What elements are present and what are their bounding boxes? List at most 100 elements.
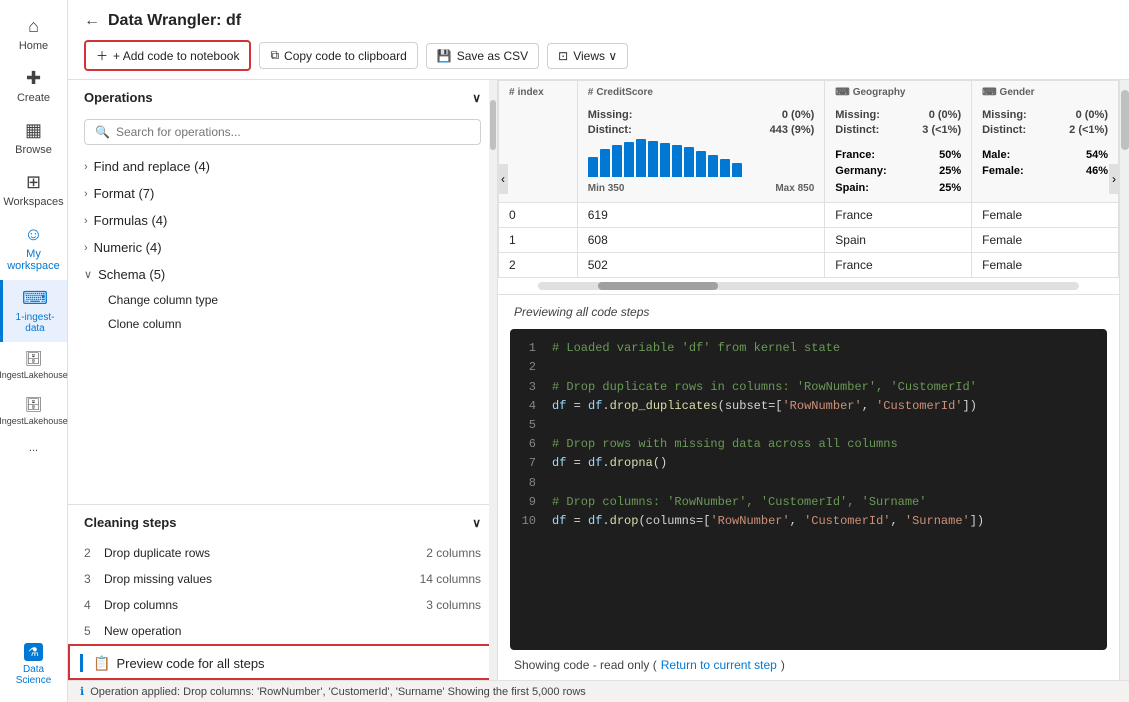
cleaning-steps-header: Cleaning steps ∨ xyxy=(68,505,497,540)
operations-section: Operations ∨ 🔍 › Find and replace (4) xyxy=(68,80,497,505)
bar-2 xyxy=(600,149,610,177)
save-csv-button[interactable]: 💾 Save as CSV xyxy=(426,43,539,69)
table-row: 2 502 France Female xyxy=(499,253,1119,278)
left-scrollbar[interactable] xyxy=(489,80,497,680)
add-notebook-button[interactable]: ＋ + Add code to notebook xyxy=(84,40,251,71)
sidebar-item-more[interactable]: ... xyxy=(0,434,67,462)
sidebar-item-my-workspace[interactable]: ☺ My workspace xyxy=(0,216,67,280)
change-column-type-item[interactable]: Change column type xyxy=(76,288,489,312)
bar-13 xyxy=(732,163,742,177)
sidebar-item-workspaces[interactable]: ⊞ Workspaces xyxy=(0,164,67,216)
sidebar-item-home[interactable]: ⌂ Home xyxy=(0,8,67,60)
sidebar-item-ingestlakehouse-1[interactable]: 🗄 IngestLakehouse xyxy=(0,342,67,388)
schema-header[interactable]: ∨ Schema (5) xyxy=(76,261,489,288)
cell-cs-0: 619 xyxy=(577,203,825,228)
data-table-area: ‹ # index # C xyxy=(498,80,1119,295)
my-workspace-icon: ☺ xyxy=(24,224,42,245)
left-scrollbar-thumb xyxy=(490,100,496,150)
operations-search-box[interactable]: 🔍 xyxy=(84,119,481,145)
add-icon: ＋ xyxy=(96,47,108,64)
clone-column-item[interactable]: Clone column xyxy=(76,312,489,336)
code-panel-header: Previewing all code steps xyxy=(498,295,1119,329)
cell-gender-1: Female xyxy=(972,228,1119,253)
cleaning-steps-section: Cleaning steps ∨ 2 Drop duplicate rows 2… xyxy=(68,505,497,644)
gender-type-icon: ⌨ xyxy=(982,87,996,98)
operations-chevron[interactable]: ∨ xyxy=(472,91,481,105)
formulas-chevron: › xyxy=(84,215,88,227)
status-bar-text: Operation applied: Drop columns: 'RowNum… xyxy=(90,686,586,698)
return-to-current-step-link[interactable]: Return to current step xyxy=(661,658,777,672)
browse-icon: ▦ xyxy=(25,120,42,141)
lakehouse-icon-1: 🗄 xyxy=(25,350,43,367)
cell-gender-0: Female xyxy=(972,203,1119,228)
sidebar-item-browse[interactable]: ▦ Browse xyxy=(0,112,67,164)
code-line-8: 8 xyxy=(520,474,1097,493)
operations-search-input[interactable] xyxy=(116,125,470,139)
views-icon: ⊡ xyxy=(558,49,568,63)
find-replace-header[interactable]: › Find and replace (4) xyxy=(76,153,489,180)
lakehouse-icon-2: 🗄 xyxy=(25,396,43,413)
copy-clipboard-button[interactable]: ⧉ Copy code to clipboard xyxy=(259,42,417,69)
code-footer: Showing code - read only ( Return to cur… xyxy=(498,650,1119,680)
back-button[interactable]: ← xyxy=(84,12,100,30)
code-panel: Previewing all code steps 1 # Loaded var… xyxy=(498,295,1119,680)
gender-categories: Male:54% Female:46% xyxy=(972,143,1118,186)
workspaces-icon: ⊞ xyxy=(26,172,41,193)
code-line-5: 5 xyxy=(520,416,1097,435)
code-line-9: 9 # Drop columns: 'RowNumber', 'Customer… xyxy=(520,493,1097,512)
sidebar: ⌂ Home ✚ Create ▦ Browse ⊞ Workspaces ☺ … xyxy=(0,0,68,702)
views-button[interactable]: ⊡ Views ∨ xyxy=(547,43,628,69)
formulas-header[interactable]: › Formulas (4) xyxy=(76,207,489,234)
code-line-4: 4 df = df.drop_duplicates(subset=['RowNu… xyxy=(520,397,1097,416)
table-scroll-thumb xyxy=(598,282,718,290)
col-header-gender: ⌨ Gender Missing:0 (0%) Distinct:2 (<1%)… xyxy=(972,81,1119,203)
cell-cs-2: 502 xyxy=(577,253,825,278)
status-info-icon: ℹ xyxy=(80,685,84,698)
ingest-data-icon: ⌨ xyxy=(22,288,48,309)
data-science-icon: ⚗ xyxy=(24,643,43,661)
table-horizontal-scrollbar[interactable] xyxy=(538,282,1079,290)
page-title: Data Wrangler: df xyxy=(108,12,241,30)
create-icon: ✚ xyxy=(26,68,41,89)
cleaning-steps-chevron[interactable]: ∨ xyxy=(472,516,481,530)
cleaning-step-2: 2 Drop duplicate rows 2 columns xyxy=(68,540,497,566)
bar-11 xyxy=(708,155,718,177)
copy-icon: ⧉ xyxy=(270,48,279,63)
find-replace-chevron: › xyxy=(84,161,88,173)
right-scrollbar[interactable] xyxy=(1119,80,1129,680)
numeric-header[interactable]: › Numeric (4) xyxy=(76,234,489,261)
toolbar: ＋ + Add code to notebook ⧉ Copy code to … xyxy=(84,40,1113,71)
col-header-index: # index xyxy=(499,81,578,203)
code-line-1: 1 # Loaded variable 'df' from kernel sta… xyxy=(520,339,1097,358)
op-group-find-replace: › Find and replace (4) xyxy=(68,153,497,180)
schema-chevron: ∨ xyxy=(84,268,92,281)
data-table: # index # CreditScore Missing:0 (0%) xyxy=(498,80,1119,278)
right-scrollbar-thumb xyxy=(1121,90,1129,150)
cell-index-1: 1 xyxy=(499,228,578,253)
table-row: 1 608 Spain Female xyxy=(499,228,1119,253)
op-group-formulas: › Formulas (4) xyxy=(68,207,497,234)
preview-code-button[interactable]: 📋 Preview code for all steps xyxy=(93,655,265,672)
bar-9 xyxy=(684,147,694,177)
sidebar-item-data-science[interactable]: ⚗ Data Science xyxy=(0,635,67,694)
preview-code-row[interactable]: 📋 Preview code for all steps xyxy=(68,644,497,680)
geography-type-icon: ⌨ xyxy=(835,87,849,98)
sidebar-item-ingest-data[interactable]: ⌨ 1-ingest-data xyxy=(0,280,67,342)
code-line-7: 7 df = df.dropna() xyxy=(520,454,1097,473)
preview-icon: 📋 xyxy=(93,655,110,672)
table-nav-right-button[interactable]: › xyxy=(1109,164,1119,194)
save-icon: 💾 xyxy=(437,49,452,63)
cleaning-steps-title: Cleaning steps xyxy=(84,515,176,530)
cell-cs-1: 608 xyxy=(577,228,825,253)
bar-8 xyxy=(672,145,682,177)
col-header-geography: ⌨ Geography Missing:0 (0%) Distinct:3 (<… xyxy=(825,81,972,203)
table-nav-left-button[interactable]: ‹ xyxy=(498,164,508,194)
sidebar-item-ingestlakehouse-2[interactable]: 🗄 IngestLakehouse xyxy=(0,388,67,434)
sidebar-item-create[interactable]: ✚ Create xyxy=(0,60,67,112)
creditscore-type-icon: # xyxy=(588,87,594,98)
bar-5 xyxy=(636,139,646,177)
op-group-schema: ∨ Schema (5) Change column type Clone co… xyxy=(68,261,497,336)
bar-4 xyxy=(624,142,634,177)
bar-1 xyxy=(588,157,598,177)
format-header[interactable]: › Format (7) xyxy=(76,180,489,207)
